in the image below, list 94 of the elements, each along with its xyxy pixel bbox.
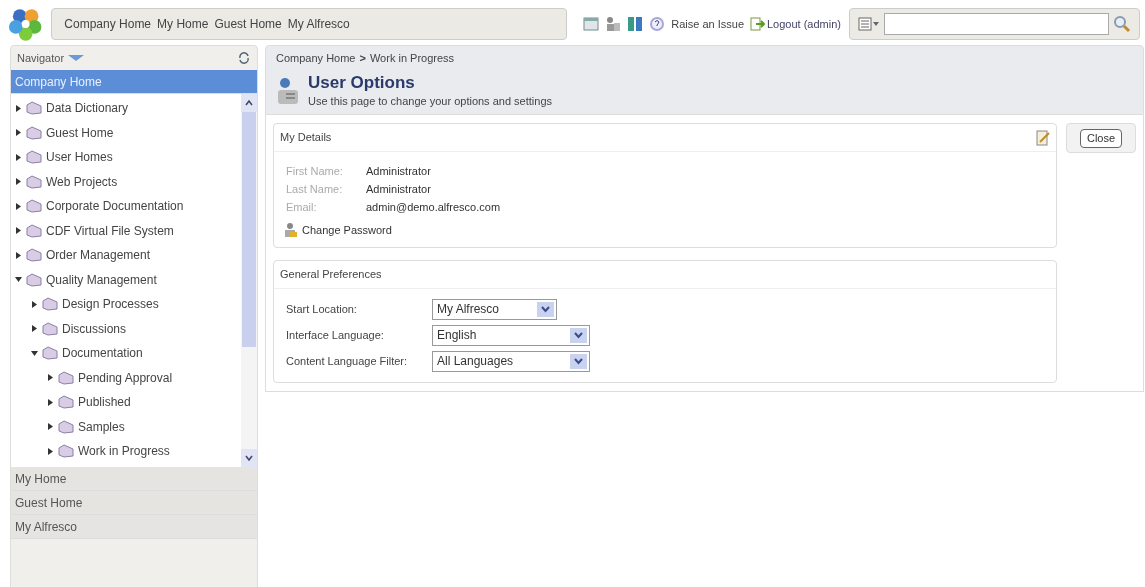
nav-link[interactable]: My Alfresco	[287, 15, 350, 33]
raise-issue-link[interactable]: Raise an Issue	[671, 15, 744, 33]
tree-item[interactable]: Design Processes	[62, 295, 159, 314]
collapsed-arrow-icon[interactable]	[31, 325, 38, 333]
tree-item[interactable]: Pending Approval	[78, 368, 173, 387]
panel-title: General Preferences	[280, 266, 382, 282]
panel-title: My Details	[280, 130, 332, 146]
folder-icon	[58, 395, 74, 410]
nav-link[interactable]: My Home	[157, 15, 209, 33]
nav-link[interactable]: Guest Home	[214, 15, 282, 33]
collapsed-arrow-icon[interactable]	[15, 129, 22, 137]
tree-item[interactable]: CDF Virtual File System	[46, 221, 174, 240]
logout-link[interactable]: Logout (admin)	[767, 15, 841, 33]
tree-item[interactable]: Guest Home	[46, 123, 114, 142]
flower-logo[interactable]	[8, 6, 44, 42]
folder-icon	[26, 248, 42, 263]
tree-item[interactable]: Published	[78, 393, 131, 412]
tree-item[interactable]: Corporate Documentation	[46, 197, 184, 216]
field-value: Administrator	[366, 163, 431, 179]
chevron-down-icon	[570, 327, 587, 343]
folder-icon	[26, 125, 42, 140]
refresh-icon[interactable]	[237, 51, 251, 65]
field-value: Administrator	[366, 181, 431, 197]
dropdown-arrow-icon[interactable]	[68, 54, 85, 62]
dropdown[interactable]: My Alfresco	[432, 298, 557, 320]
dropdown[interactable]: English	[432, 324, 590, 346]
field-label: Email:	[286, 199, 318, 215]
collapsed-arrow-icon[interactable]	[15, 104, 22, 112]
tree-item[interactable]: Samples	[78, 417, 125, 436]
search-icon[interactable]	[1113, 15, 1131, 33]
tree-item[interactable]: Documentation	[62, 344, 143, 363]
tree-item[interactable]: Order Management	[46, 246, 151, 265]
expanded-arrow-icon[interactable]	[15, 276, 22, 284]
collapsed-arrow-icon[interactable]	[47, 447, 54, 455]
section-header[interactable]: My Alfresco	[11, 515, 257, 539]
scrollbar[interactable]	[241, 94, 257, 467]
list-options-icon[interactable]	[858, 17, 880, 31]
folder-icon	[26, 174, 42, 189]
chevron-down-icon	[570, 353, 587, 369]
folder-icon	[58, 370, 74, 385]
field-value: admin@demo.alfresco.com	[366, 199, 501, 215]
collapsed-arrow-icon[interactable]	[47, 374, 54, 382]
breadcrumb-link[interactable]: Company Home	[276, 49, 356, 67]
close-button[interactable]: Close	[1079, 128, 1123, 148]
edit-icon[interactable]	[1036, 129, 1050, 146]
tree-item[interactable]: Discussions	[62, 319, 127, 338]
user-settings-icon	[276, 76, 300, 107]
folder-icon	[26, 199, 42, 214]
folder-icon	[58, 444, 74, 459]
section-header[interactable]: Guest Home	[11, 491, 257, 515]
collapsed-arrow-icon[interactable]	[15, 202, 22, 210]
field-label: First Name:	[286, 163, 344, 179]
page-subtitle: Use this page to change your options and settings	[308, 94, 552, 109]
search-field[interactable]	[884, 13, 1109, 35]
tree-item[interactable]: Data Dictionary	[46, 99, 129, 118]
breadcrumb-separator: >	[359, 50, 366, 66]
scroll-up-icon[interactable]	[244, 98, 254, 108]
folder-icon	[26, 101, 42, 116]
section-header[interactable]: My Home	[11, 467, 257, 491]
dropdown[interactable]: All Languages	[432, 350, 590, 372]
folder-icon	[42, 321, 58, 336]
collapsed-arrow-icon[interactable]	[15, 153, 22, 161]
field-label: Content Language Filter:	[286, 353, 409, 369]
folder-icon	[42, 297, 58, 312]
collapsed-arrow-icon[interactable]	[15, 251, 22, 259]
folder-icon	[26, 223, 42, 238]
change-password-link[interactable]: Change Password	[302, 222, 392, 239]
field-label: Last Name:	[286, 181, 344, 197]
breadcrumb-link[interactable]: Work in Progress	[369, 49, 455, 67]
help-icon[interactable]	[649, 16, 666, 32]
page-title: User Options	[308, 73, 416, 93]
tree-item[interactable]: Web Projects	[46, 172, 118, 191]
collapsed-arrow-icon[interactable]	[31, 300, 38, 308]
folder-icon	[42, 346, 58, 361]
folder-icon	[26, 272, 42, 287]
nav-link[interactable]: Company Home	[64, 15, 152, 33]
scroll-down-icon[interactable]	[244, 453, 254, 463]
tree-item[interactable]: Quality Management	[46, 270, 157, 289]
chevron-down-icon	[537, 301, 554, 317]
collapsed-arrow-icon[interactable]	[47, 423, 54, 431]
tree-item[interactable]: Work in Progress	[78, 442, 170, 461]
users-icon[interactable]	[605, 16, 622, 32]
collapsed-arrow-icon[interactable]	[47, 398, 54, 406]
field-label: Interface Language:	[286, 327, 385, 343]
tree-item[interactable]: User Homes	[46, 148, 113, 167]
navigator-title[interactable]: Navigator	[17, 49, 65, 67]
user-key-icon	[284, 222, 298, 239]
folder-icon	[58, 419, 74, 434]
logout-icon[interactable]	[750, 16, 766, 32]
field-label: Start Location:	[286, 301, 358, 317]
collapsed-arrow-icon[interactable]	[15, 178, 22, 186]
collapsed-arrow-icon[interactable]	[15, 227, 22, 235]
folder-icon	[26, 150, 42, 165]
expanded-arrow-icon[interactable]	[31, 349, 38, 357]
